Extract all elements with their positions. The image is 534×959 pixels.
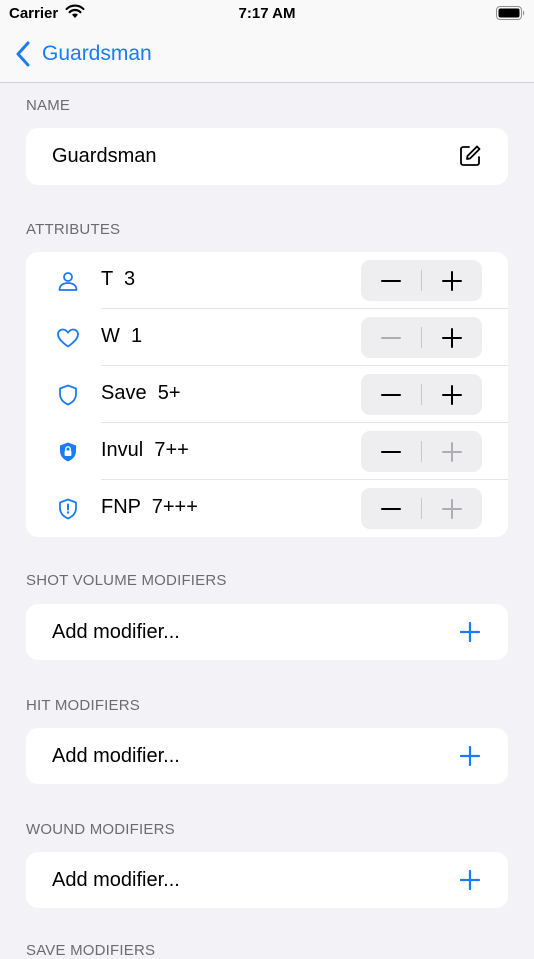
add-modifier-label: Add modifier... — [52, 745, 180, 767]
plus-icon — [442, 441, 462, 462]
add-icon[interactable] — [459, 869, 481, 895]
attribute-row-invulnerable: Invul 7++ — [26, 423, 508, 480]
battery-icon — [496, 6, 526, 25]
attributes-card: T 3 W 1 Save 5+ Invul 7++ FNP 7+++ — [26, 252, 508, 537]
toughness-stepper — [361, 260, 482, 301]
name-card: Guardsman — [26, 128, 508, 185]
save-section-header: SAVE MODIFIERS — [26, 942, 156, 959]
increment-button[interactable] — [422, 488, 482, 529]
name-section-header: NAME — [26, 97, 71, 114]
shot-volume-add-row[interactable]: Add modifier... — [26, 604, 508, 660]
decrement-button[interactable] — [361, 431, 421, 472]
attributes-section-header: ATTRIBUTES — [26, 221, 121, 238]
increment-button[interactable] — [422, 431, 482, 472]
status-time: 7:17 AM — [238, 5, 296, 22]
exclamation-shield-icon — [56, 497, 80, 521]
plus-icon — [442, 327, 462, 348]
minus-icon — [381, 507, 401, 510]
name-value[interactable]: Guardsman — [52, 145, 157, 168]
increment-button[interactable] — [422, 260, 482, 301]
wound-section-header: WOUND MODIFIERS — [26, 821, 175, 838]
increment-button[interactable] — [422, 317, 482, 358]
add-modifier-label: Add modifier... — [52, 621, 180, 643]
plus-icon — [442, 384, 462, 405]
add-icon[interactable] — [459, 745, 481, 771]
edit-icon[interactable] — [458, 144, 482, 173]
back-chevron-icon[interactable] — [15, 41, 31, 72]
decrement-button[interactable] — [361, 374, 421, 415]
decrement-button[interactable] — [361, 317, 421, 358]
minus-icon — [381, 393, 401, 396]
plus-icon — [442, 498, 462, 519]
attribute-row-save: Save 5+ — [26, 366, 508, 423]
invulnerable-stepper — [361, 431, 482, 472]
attribute-label: FNP 7+++ — [101, 496, 198, 518]
hit-add-row[interactable]: Add modifier... — [26, 728, 508, 784]
attribute-label: Invul 7++ — [101, 439, 189, 461]
attribute-label: W 1 — [101, 325, 143, 347]
wounds-stepper — [361, 317, 482, 358]
person-icon — [56, 269, 80, 293]
minus-icon — [381, 450, 401, 453]
status-bar: Carrier 7:17 AM — [0, 0, 534, 28]
lock-shield-icon — [56, 440, 80, 464]
navigation-bar: Guardsman — [0, 28, 534, 83]
decrement-button[interactable] — [361, 488, 421, 529]
attribute-label: Save 5+ — [101, 382, 181, 404]
minus-icon — [381, 279, 401, 282]
minus-icon — [381, 336, 401, 339]
decrement-button[interactable] — [361, 260, 421, 301]
increment-button[interactable] — [422, 374, 482, 415]
attribute-row-toughness: T 3 — [26, 252, 508, 309]
hit-section-header: HIT MODIFIERS — [26, 697, 140, 714]
attribute-row-fnp: FNP 7+++ — [26, 480, 508, 537]
shot-volume-section-header: SHOT VOLUME MODIFIERS — [26, 572, 227, 589]
attribute-label: T 3 — [101, 268, 136, 290]
fnp-stepper — [361, 488, 482, 529]
back-button[interactable]: Guardsman — [42, 42, 152, 66]
add-icon[interactable] — [459, 621, 481, 647]
heart-icon — [56, 326, 80, 350]
attribute-row-wounds: W 1 — [26, 309, 508, 366]
plus-icon — [442, 270, 462, 291]
shield-icon — [56, 383, 80, 407]
add-modifier-label: Add modifier... — [52, 869, 180, 891]
wound-add-row[interactable]: Add modifier... — [26, 852, 508, 908]
save-stepper — [361, 374, 482, 415]
